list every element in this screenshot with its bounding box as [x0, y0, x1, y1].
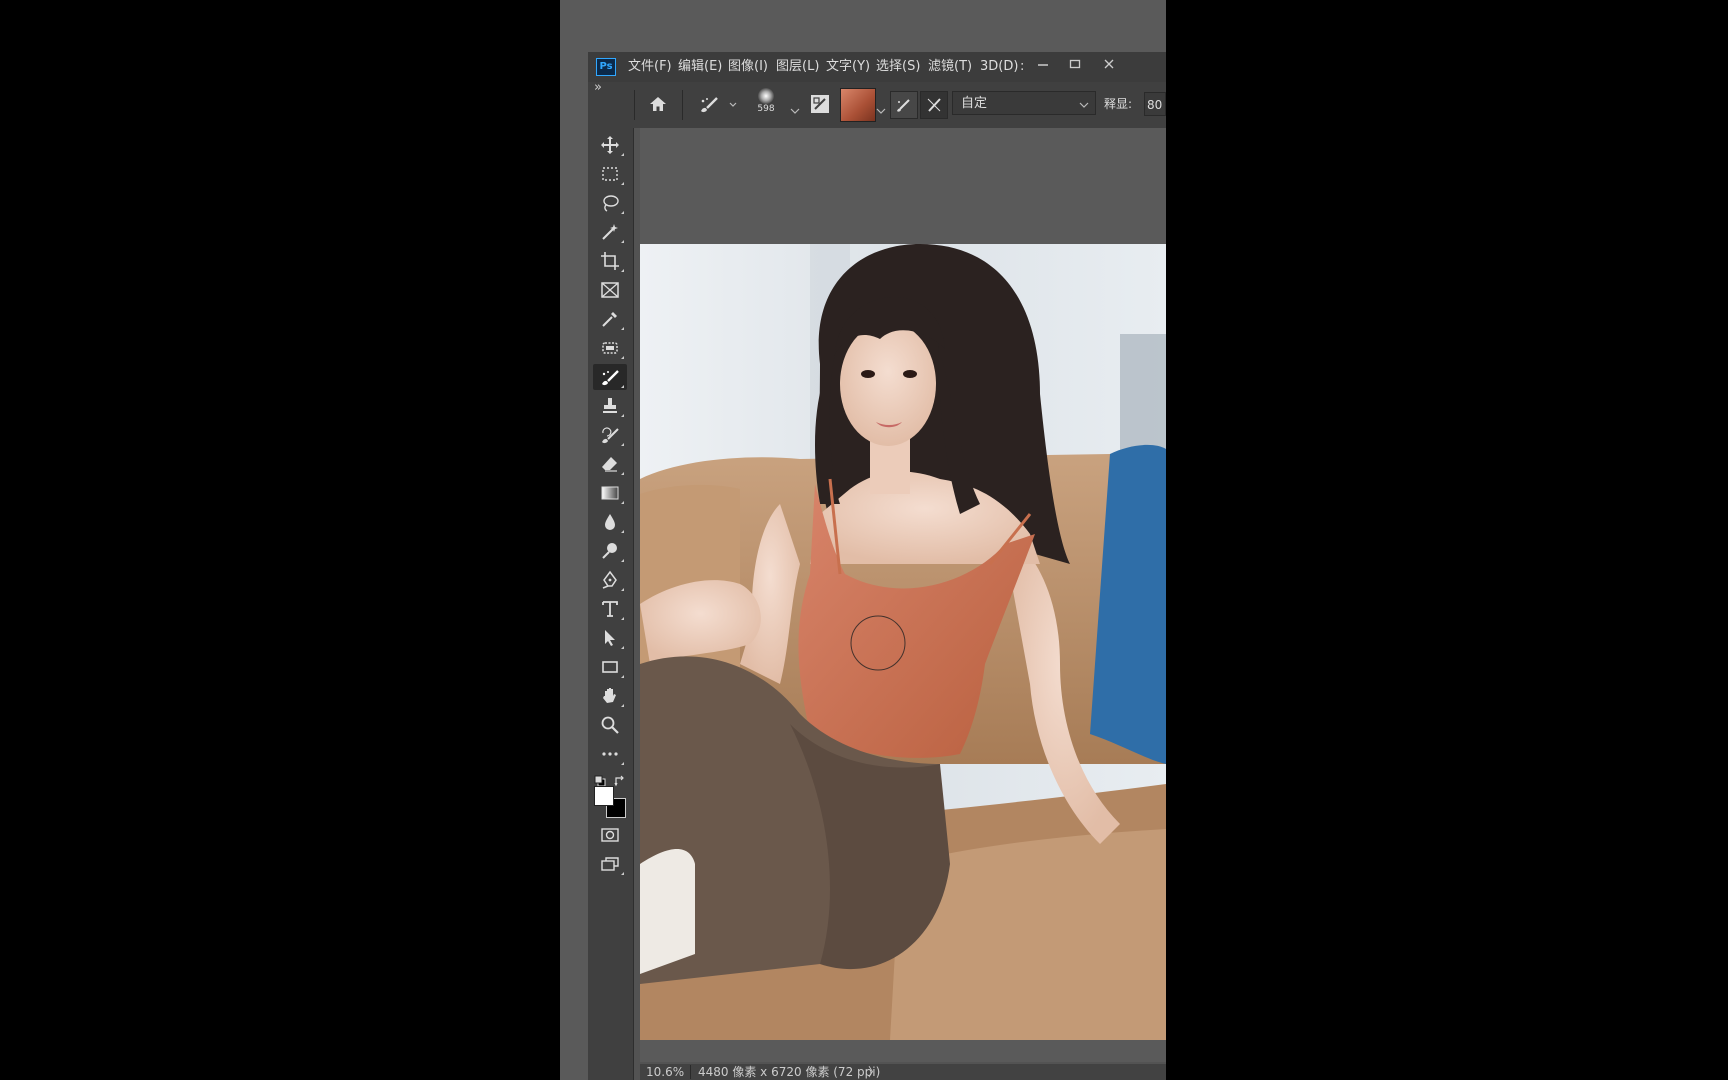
gradient-tool[interactable]: [593, 480, 627, 506]
collapse-icon[interactable]: »: [594, 80, 602, 95]
home-icon[interactable]: [648, 95, 668, 117]
mode-chevron-icon: [1079, 102, 1089, 108]
patch-tool[interactable]: [593, 335, 627, 361]
default-colors-icon[interactable]: [594, 772, 606, 787]
brush-size-value: 598: [757, 104, 775, 114]
type-icon: [602, 601, 618, 617]
menu-layer[interactable]: 图层(L): [776, 52, 819, 82]
chevron-down-icon[interactable]: [790, 100, 800, 119]
quick-mask-button[interactable]: [593, 822, 627, 848]
mode-select-value: 自定: [961, 96, 988, 111]
eraser-icon: [602, 457, 617, 472]
marquee-icon: [602, 167, 618, 181]
menu-image[interactable]: 图像(I): [728, 52, 768, 82]
eyedropper-tool[interactable]: [593, 306, 627, 332]
blur-tool[interactable]: [593, 509, 627, 535]
status-menu-arrow-icon[interactable]: 〉: [868, 1064, 880, 1080]
crop-tool[interactable]: [593, 248, 627, 274]
rectangle-icon: [602, 661, 618, 673]
quick-mask-icon: [601, 828, 619, 842]
crop-icon: [601, 252, 619, 270]
more-tools[interactable]: [593, 741, 627, 767]
history-brush-icon: [602, 427, 619, 444]
options-bar: » 598 自定 释显: 80: [588, 80, 1166, 128]
menu-3d[interactable]: 3D(D): [980, 52, 1018, 82]
photo-portrait: [640, 244, 1166, 1040]
magic-wand-icon: [602, 224, 618, 240]
blur-icon: [605, 514, 615, 530]
foreground-color-swatch[interactable]: [594, 786, 614, 806]
swap-colors-icon[interactable]: [614, 772, 626, 787]
zoom-tool[interactable]: [593, 712, 627, 738]
stamp-tool[interactable]: [593, 393, 627, 419]
frame-icon: [601, 282, 619, 298]
path-selection-icon: [605, 630, 615, 646]
menu-select[interactable]: 选择(S): [876, 52, 920, 82]
document-image[interactable]: [640, 244, 1166, 1040]
path-selection-tool[interactable]: [593, 625, 627, 651]
move-tool[interactable]: [593, 132, 627, 158]
status-divider: [690, 1065, 691, 1079]
healing-brush-tool[interactable]: [593, 364, 627, 390]
tools-panel: [588, 128, 634, 1080]
menu-filter[interactable]: 滤镜(T): [928, 52, 972, 82]
photoshop-window: Ps 文件(F) 编辑(E) 图像(I) 图层(L) 文字(Y) 选择(S) 滤…: [588, 52, 1166, 1080]
screen-mode-icon: [601, 857, 619, 871]
dodge-tool[interactable]: [593, 538, 627, 564]
move-icon: [601, 136, 619, 154]
pressure-brush-icon[interactable]: [920, 91, 948, 119]
stamp-icon: [603, 398, 617, 413]
menu-edit[interactable]: 编辑(E): [678, 52, 722, 82]
zoom-level[interactable]: 10.6%: [646, 1064, 684, 1080]
eraser-tool[interactable]: [593, 451, 627, 477]
menu-type[interactable]: 文字(Y): [826, 52, 870, 82]
history-brush-tool[interactable]: [593, 422, 627, 448]
sample-all-icon[interactable]: [890, 91, 918, 119]
param-input[interactable]: 80: [1144, 92, 1166, 116]
lasso-icon: [603, 195, 619, 212]
rectangle-tool[interactable]: [593, 654, 627, 680]
more-icon: [602, 752, 618, 756]
pen-tool[interactable]: [593, 567, 627, 593]
canvas-area[interactable]: [640, 128, 1166, 1062]
pen-icon: [602, 570, 617, 589]
eyedropper-icon: [602, 312, 617, 327]
zoom-icon: [601, 716, 619, 734]
close-icon[interactable]: [1096, 55, 1122, 77]
menu-bar: Ps 文件(F) 编辑(E) 图像(I) 图层(L) 文字(Y) 选择(S) 滤…: [588, 52, 1166, 82]
screen-mode-button[interactable]: [593, 851, 627, 877]
menu-overflow[interactable]: :: [1020, 52, 1024, 82]
pattern-swatch[interactable]: [840, 88, 876, 122]
healing-brush-icon: [602, 370, 619, 386]
frame-tool[interactable]: [593, 277, 627, 303]
mode-select[interactable]: 自定: [952, 91, 1096, 115]
brush-settings-icon[interactable]: [810, 94, 830, 114]
tool-preset-picker[interactable]: [698, 94, 740, 120]
screen: Ps 文件(F) 编辑(E) 图像(I) 图层(L) 文字(Y) 选择(S) 滤…: [560, 0, 1166, 1080]
ps-logo: Ps: [596, 58, 616, 76]
document-info: 4480 像素 x 6720 像素 (72 ppi): [698, 1065, 881, 1079]
soft-brush-icon: [758, 88, 774, 104]
brush-size-picker[interactable]: 598: [746, 88, 786, 114]
hand-icon: [603, 688, 616, 703]
marquee-tool[interactable]: [593, 161, 627, 187]
menu-file[interactable]: 文件(F): [628, 52, 672, 82]
type-tool[interactable]: [593, 596, 627, 622]
gradient-icon: [601, 486, 619, 500]
pattern-chevron-icon[interactable]: [876, 100, 886, 119]
status-bar: 10.6% 4480 像素 x 6720 像素 (72 ppi) 〉: [640, 1064, 1166, 1080]
patch-icon: [602, 342, 618, 354]
param-label: 释显:: [1104, 97, 1133, 111]
hand-tool[interactable]: [593, 683, 627, 709]
lasso-tool[interactable]: [593, 190, 627, 216]
maximize-icon[interactable]: [1062, 55, 1088, 77]
minimize-icon[interactable]: [1030, 55, 1056, 77]
magic-wand-tool[interactable]: [593, 219, 627, 245]
dodge-icon: [602, 543, 617, 559]
